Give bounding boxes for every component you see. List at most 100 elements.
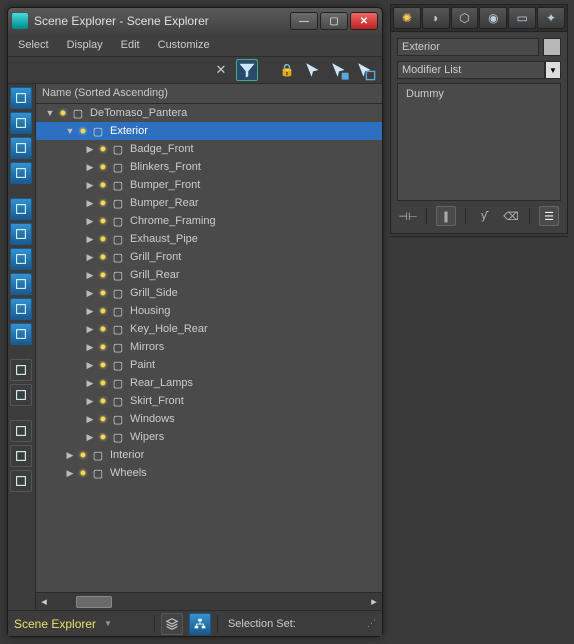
tree-row[interactable]: ▶Housing: [36, 302, 382, 320]
chevron-down-icon[interactable]: ▼: [104, 619, 112, 628]
snow-icon[interactable]: [10, 298, 32, 320]
chevron-right-icon[interactable]: ▶: [84, 342, 96, 353]
chevron-right-icon[interactable]: ▶: [84, 270, 96, 281]
lightbulb-icon[interactable]: [96, 196, 110, 210]
expand-icon[interactable]: [10, 323, 32, 345]
tree-row[interactable]: ▶Chrome_Framing: [36, 212, 382, 230]
menu-display[interactable]: Display: [67, 39, 103, 51]
tree-row[interactable]: ▶Badge_Front: [36, 140, 382, 158]
tree-row[interactable]: ▶Rear_Lamps: [36, 374, 382, 392]
pin-stack-icon[interactable]: ⊣⊢: [399, 207, 417, 225]
chevron-right-icon[interactable]: ▶: [84, 396, 96, 407]
workspace-label[interactable]: Scene Explorer: [14, 617, 96, 631]
show-end-result-icon[interactable]: ∥: [436, 206, 456, 226]
modifier-list-dropdown[interactable]: Modifier List: [397, 61, 545, 79]
filter-icon[interactable]: [10, 420, 32, 442]
modify-icon[interactable]: ◗: [422, 7, 450, 29]
hierarchy-icon[interactable]: ⬡: [451, 7, 479, 29]
tree-row[interactable]: ▶Key_Hole_Rear: [36, 320, 382, 338]
lightbulb-icon[interactable]: [96, 214, 110, 228]
tree-row[interactable]: ▶Grill_Rear: [36, 266, 382, 284]
tree-row[interactable]: ▶Exhaust_Pipe: [36, 230, 382, 248]
maximize-button[interactable]: ▢: [320, 12, 348, 30]
tree-row[interactable]: ▶Interior: [36, 446, 382, 464]
lightbulb-icon[interactable]: [56, 106, 70, 120]
pick-region-icon[interactable]: [354, 59, 376, 81]
close-button[interactable]: ✕: [350, 12, 378, 30]
tree-row[interactable]: ▶Bumper_Rear: [36, 194, 382, 212]
settings-icon[interactable]: [10, 445, 32, 467]
chevron-right-icon[interactable]: ▶: [84, 324, 96, 335]
create-icon[interactable]: ✺: [393, 7, 421, 29]
chevron-down-icon[interactable]: ▼: [64, 126, 76, 136]
list-icon[interactable]: [10, 359, 32, 381]
filter-funnel-icon[interactable]: [236, 59, 258, 81]
lightbulb-icon[interactable]: [96, 286, 110, 300]
chevron-right-icon[interactable]: ▶: [84, 252, 96, 263]
freeze-icon[interactable]: [10, 198, 32, 220]
configure-sets-icon[interactable]: ☰: [539, 206, 559, 226]
video-icon[interactable]: [10, 162, 32, 184]
chevron-right-icon[interactable]: ▶: [84, 144, 96, 155]
chevron-right-icon[interactable]: ▶: [64, 468, 76, 479]
scroll-right-icon[interactable]: ▸: [366, 594, 382, 610]
stack-item[interactable]: Dummy: [406, 88, 552, 100]
lightbulb-icon[interactable]: [76, 124, 90, 138]
tree-row[interactable]: ▶Skirt_Front: [36, 392, 382, 410]
minimize-button[interactable]: —: [290, 12, 318, 30]
lightbulb-icon[interactable]: [96, 376, 110, 390]
clear-icon[interactable]: ✕: [210, 59, 232, 81]
tree-row[interactable]: ▼DeTomaso_Pantera: [36, 104, 382, 122]
lightbulb-icon[interactable]: [96, 322, 110, 336]
chevron-right-icon[interactable]: ▶: [84, 162, 96, 173]
tree-row[interactable]: ▶Bumper_Front: [36, 176, 382, 194]
chevron-right-icon[interactable]: ▶: [84, 378, 96, 389]
chevron-right-icon[interactable]: ▶: [84, 414, 96, 425]
lightbulb-icon[interactable]: [96, 142, 110, 156]
motion-icon[interactable]: ◉: [479, 7, 507, 29]
modifier-stack[interactable]: Dummy: [397, 83, 561, 201]
lightbulb-icon[interactable]: [96, 250, 110, 264]
chevron-right-icon[interactable]: ▶: [84, 288, 96, 299]
tree-row[interactable]: ▶Grill_Front: [36, 248, 382, 266]
chevron-right-icon[interactable]: ▶: [64, 450, 76, 461]
object-name-field[interactable]: Exterior: [397, 38, 539, 56]
chevron-right-icon[interactable]: ▶: [84, 234, 96, 245]
lightbulb-icon[interactable]: [96, 394, 110, 408]
object-color-swatch[interactable]: [543, 38, 561, 56]
tree-row[interactable]: ▶Wipers: [36, 428, 382, 446]
lightbulb-icon[interactable]: [96, 430, 110, 444]
pick-icon[interactable]: [302, 59, 324, 81]
link-icon[interactable]: [10, 470, 32, 492]
menu-customize[interactable]: Customize: [158, 39, 210, 51]
utilities-icon[interactable]: ✦: [537, 7, 565, 29]
remove-modifier-icon[interactable]: ⌫: [502, 207, 520, 225]
layers-icon[interactable]: [10, 223, 32, 245]
column-header-name[interactable]: Name (Sorted Ascending): [36, 84, 382, 104]
chevron-right-icon[interactable]: ▶: [84, 360, 96, 371]
lightbulb-icon[interactable]: [96, 268, 110, 282]
tree-row[interactable]: ▶Grill_Side: [36, 284, 382, 302]
highlight-icon[interactable]: [10, 273, 32, 295]
menu-select[interactable]: Select: [18, 39, 49, 51]
lightbulb-icon[interactable]: [76, 466, 90, 480]
chevron-down-icon[interactable]: ▼: [44, 108, 56, 118]
camera-icon[interactable]: [10, 112, 32, 134]
chevron-right-icon[interactable]: ▶: [84, 216, 96, 227]
scroll-left-icon[interactable]: ◂: [36, 594, 52, 610]
lightbulb-icon[interactable]: [96, 232, 110, 246]
hierarchy-toggle-icon[interactable]: [189, 613, 211, 635]
chevron-right-icon[interactable]: ▶: [84, 198, 96, 209]
make-unique-icon[interactable]: ƴ: [475, 207, 493, 225]
tree-row[interactable]: ▶Mirrors: [36, 338, 382, 356]
select-all-icon[interactable]: [10, 137, 32, 159]
chevron-right-icon[interactable]: ▶: [84, 306, 96, 317]
tree-row[interactable]: ▶Windows: [36, 410, 382, 428]
sphere-icon[interactable]: [10, 87, 32, 109]
lightbulb-icon[interactable]: [96, 412, 110, 426]
tree-row[interactable]: ▶Blinkers_Front: [36, 158, 382, 176]
lightbulb-icon[interactable]: [96, 304, 110, 318]
menu-edit[interactable]: Edit: [121, 39, 140, 51]
lightbulb-icon[interactable]: [96, 160, 110, 174]
display-icon[interactable]: ▭: [508, 7, 536, 29]
